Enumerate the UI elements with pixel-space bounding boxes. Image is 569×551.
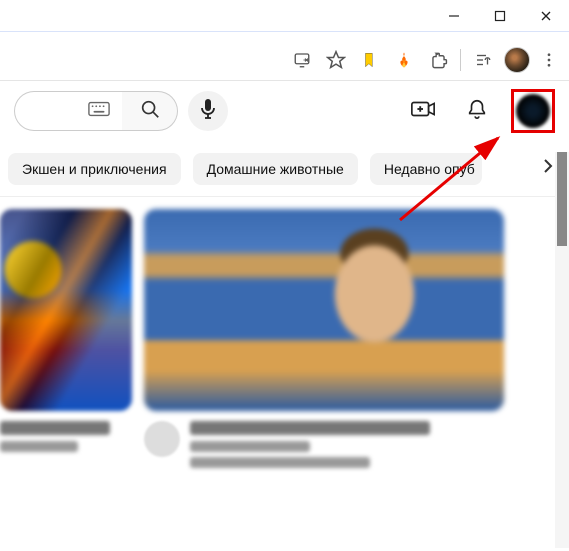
create-video-icon — [410, 99, 436, 124]
vertical-scrollbar-thumb[interactable] — [557, 152, 567, 246]
toolbar-divider — [460, 49, 461, 71]
keyboard-icon — [88, 101, 110, 122]
bell-icon — [466, 97, 488, 126]
channel-avatar-blurred[interactable] — [144, 421, 180, 457]
window-minimize-button[interactable] — [431, 0, 477, 32]
vertical-scrollbar-track[interactable] — [555, 152, 569, 548]
cast-icon[interactable] — [286, 44, 318, 76]
video-meta — [144, 421, 504, 473]
microphone-icon — [200, 98, 216, 125]
create-video-button[interactable] — [403, 91, 443, 131]
video-channel-blurred — [190, 441, 310, 452]
chip-action-adventure[interactable]: Экшен и приключения — [8, 153, 181, 185]
browser-profile-avatar[interactable] — [501, 44, 533, 76]
chip-pets[interactable]: Домашние животные — [193, 153, 358, 185]
bookmark-star-icon[interactable] — [320, 44, 352, 76]
chips-next-button[interactable] — [525, 152, 559, 186]
media-controls-icon[interactable] — [467, 44, 499, 76]
window-close-button[interactable] — [523, 0, 569, 32]
video-grid — [0, 197, 569, 473]
video-title-blurred — [190, 421, 430, 435]
search-area — [14, 91, 228, 131]
browser-toolbar — [0, 40, 569, 80]
video-thumbnail[interactable] — [0, 209, 132, 411]
video-thumbnail[interactable] — [144, 209, 504, 411]
account-avatar-button[interactable] — [516, 94, 550, 128]
account-avatar-icon — [516, 94, 550, 128]
annotation-highlight — [511, 89, 555, 133]
video-stats-blurred — [190, 457, 370, 468]
window-maximize-button[interactable] — [477, 0, 523, 32]
extensions-icon[interactable] — [422, 44, 454, 76]
chevron-right-icon — [542, 157, 554, 180]
video-subtitle-blurred — [0, 441, 78, 452]
search-input[interactable] — [14, 91, 122, 131]
browser-menu-button[interactable] — [535, 46, 563, 74]
search-button[interactable] — [122, 91, 178, 131]
category-chips-row: Экшен и приключения Домашние животные Не… — [0, 141, 569, 197]
youtube-topbar — [0, 81, 569, 141]
search-icon — [139, 98, 161, 125]
notifications-button[interactable] — [457, 91, 497, 131]
extension-yellow-icon[interactable] — [354, 44, 386, 76]
window-titlebar — [0, 0, 569, 32]
chip-recently-published[interactable]: Недавно опуб — [370, 153, 482, 185]
video-meta — [0, 421, 132, 457]
extension-flame-icon[interactable] — [388, 44, 420, 76]
voice-search-button[interactable] — [188, 91, 228, 131]
video-title-blurred — [0, 421, 110, 435]
